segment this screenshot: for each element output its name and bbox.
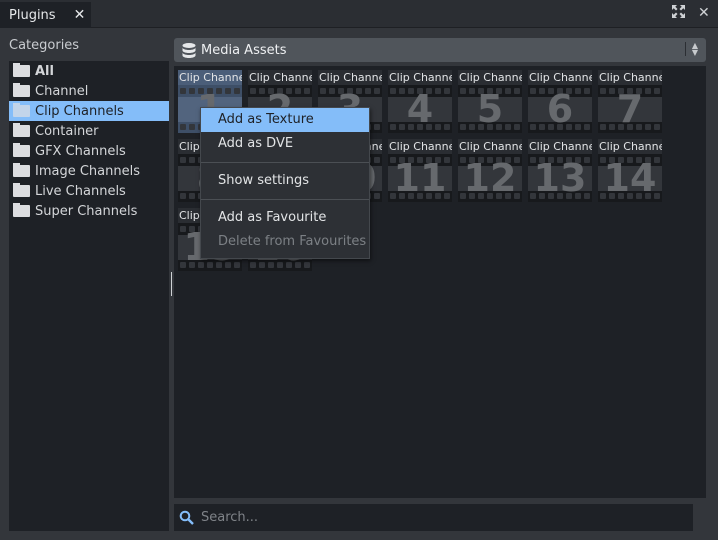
tile-label: Clip Channel bbox=[458, 70, 522, 85]
tile-label: Clip Channel bbox=[388, 139, 452, 154]
tab-title: Plugins bbox=[9, 7, 56, 23]
tile-label: Clip Channel bbox=[528, 139, 592, 154]
tile-number: 4 bbox=[406, 87, 434, 131]
category-label: Clip Channels bbox=[35, 103, 124, 119]
category-label: GFX Channels bbox=[35, 143, 126, 159]
film-icon: 14 bbox=[598, 154, 662, 202]
tab-plugins[interactable]: Plugins ✕ bbox=[0, 2, 91, 28]
category-item[interactable]: Clip Channels bbox=[9, 101, 169, 121]
film-icon: 4 bbox=[388, 85, 452, 133]
splitter-handle[interactable] bbox=[171, 272, 172, 296]
tile-number: 13 bbox=[533, 156, 587, 200]
close-tab-icon[interactable]: ✕ bbox=[74, 7, 86, 23]
category-label: All bbox=[35, 63, 54, 79]
film-icon: 6 bbox=[528, 85, 592, 133]
category-label: Live Channels bbox=[35, 183, 126, 199]
search-box[interactable] bbox=[174, 504, 693, 531]
source-select[interactable]: Media Assets ▲ ▼ bbox=[174, 38, 706, 62]
category-label: Container bbox=[35, 123, 99, 139]
menu-item-add-as-favourite[interactable]: Add as Favourite bbox=[201, 206, 369, 230]
folder-icon bbox=[13, 123, 30, 137]
updown-arrow-icon: ▲ ▼ bbox=[684, 42, 698, 57]
film-icon: 13 bbox=[528, 154, 592, 202]
folder-icon bbox=[13, 203, 30, 217]
folder-icon bbox=[13, 83, 30, 97]
folder-icon bbox=[13, 103, 30, 117]
tile-number: 7 bbox=[616, 87, 644, 131]
tile-label: Clip Channel bbox=[528, 70, 592, 85]
tile-label: Clip Channel bbox=[598, 139, 662, 154]
film-icon: 5 bbox=[458, 85, 522, 133]
tile-label: Clip Channel bbox=[178, 70, 242, 85]
film-icon: 7 bbox=[598, 85, 662, 133]
film-icon: 11 bbox=[388, 154, 452, 202]
folder-icon bbox=[13, 63, 30, 77]
maximize-icon[interactable] bbox=[672, 5, 685, 22]
category-item[interactable]: Channel bbox=[9, 81, 169, 101]
source-label: Media Assets bbox=[201, 42, 287, 58]
clip-channel-tile[interactable]: Clip Channel 6 bbox=[528, 70, 592, 134]
tab-bar: Plugins ✕ ✕ bbox=[0, 0, 718, 28]
film-icon: 12 bbox=[458, 154, 522, 202]
tile-number: 11 bbox=[393, 156, 447, 200]
menu-item-delete-from-favourites: Delete from Favourites bbox=[218, 234, 367, 249]
category-item[interactable]: All bbox=[9, 61, 169, 81]
database-icon bbox=[182, 42, 196, 58]
folder-icon bbox=[13, 163, 30, 177]
clip-channel-tile[interactable]: Clip Channel 7 bbox=[598, 70, 662, 134]
category-list: All Channel Clip Channels Container GFX Chan… bbox=[9, 61, 169, 531]
tile-label: Clip Channel bbox=[248, 70, 312, 85]
clip-channel-tile[interactable]: Clip Channel 12 bbox=[458, 139, 522, 203]
menu-separator bbox=[201, 199, 369, 200]
tile-number: 14 bbox=[603, 156, 657, 200]
menu-item-add-as-texture[interactable]: Add as Texture bbox=[201, 108, 369, 132]
close-window-icon[interactable]: ✕ bbox=[698, 5, 710, 21]
category-item[interactable]: GFX Channels bbox=[9, 141, 169, 161]
category-item[interactable]: Super Channels bbox=[9, 201, 169, 221]
tile-label: Clip Channel bbox=[388, 70, 452, 85]
clip-channel-tile[interactable]: Clip Channel 5 bbox=[458, 70, 522, 134]
folder-icon bbox=[13, 183, 30, 197]
category-item[interactable]: Image Channels bbox=[9, 161, 169, 181]
search-icon bbox=[179, 510, 194, 525]
category-label: Image Channels bbox=[35, 163, 140, 179]
search-input[interactable] bbox=[201, 510, 681, 525]
tile-number: 12 bbox=[463, 156, 517, 200]
tile-number: 5 bbox=[476, 87, 504, 131]
menu-item-show-settings[interactable]: Show settings bbox=[201, 169, 369, 193]
tile-label: Clip Channel bbox=[458, 139, 522, 154]
category-item[interactable]: Container bbox=[9, 121, 169, 141]
tile-number: 6 bbox=[546, 87, 574, 131]
tile-label: Clip Channel bbox=[318, 70, 382, 85]
clip-channel-tile[interactable]: Clip Channel 13 bbox=[528, 139, 592, 203]
menu-item-add-as-dve[interactable]: Add as DVE bbox=[201, 132, 369, 156]
tile-label: Clip Channel bbox=[598, 70, 662, 85]
category-label: Super Channels bbox=[35, 203, 138, 219]
categories-title: Categories bbox=[9, 38, 80, 53]
clip-channel-tile[interactable]: Clip Channel 4 bbox=[388, 70, 452, 134]
menu-separator bbox=[201, 162, 369, 163]
clip-channel-tile[interactable]: Clip Channel 11 bbox=[388, 139, 452, 203]
context-menu: Add as Texture Add as DVE Show settings … bbox=[200, 107, 370, 259]
folder-icon bbox=[13, 143, 30, 157]
category-label: Channel bbox=[35, 83, 89, 99]
clip-channel-tile[interactable]: Clip Channel 14 bbox=[598, 139, 662, 203]
category-item[interactable]: Live Channels bbox=[9, 181, 169, 201]
